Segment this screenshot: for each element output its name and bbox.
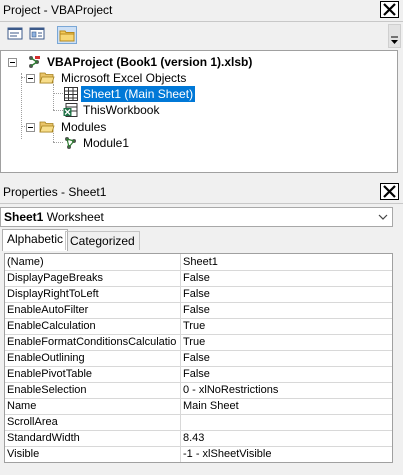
property-value[interactable] xyxy=(180,414,392,430)
chevron-down-icon xyxy=(378,214,388,220)
property-name: EnableCalculation xyxy=(7,320,96,332)
module-icon xyxy=(65,137,76,149)
property-name: Visible xyxy=(7,448,40,460)
property-value[interactable]: Main Sheet xyxy=(180,398,392,414)
tree-item-thisworkbook[interactable]: ThisWorkbook xyxy=(1,102,397,118)
tab-alphabetic[interactable]: Alphabetic xyxy=(2,229,69,251)
properties-close-button[interactable] xyxy=(380,183,399,200)
bottom-strip xyxy=(0,465,403,475)
properties-grid: (Name) Sheet1 DisplayPageBreaks False Displa… xyxy=(4,253,393,463)
properties-tabs: Alphabetic Categorized xyxy=(0,229,403,251)
property-name: EnableFormatConditionsCalculation xyxy=(7,336,177,348)
property-name: (Name) xyxy=(7,256,44,268)
tree-label-thisworkbook: ThisWorkbook xyxy=(83,103,160,117)
property-row[interactable]: Visible -1 - xlSheetVisible xyxy=(5,446,392,462)
overflow-icon xyxy=(391,36,398,44)
folder-open-icon xyxy=(39,72,55,84)
tree-label-module1: Module1 xyxy=(83,136,130,150)
tab-categorized[interactable]: Categorized xyxy=(65,231,140,250)
project-panel-title: Project - VBAProject xyxy=(3,3,113,17)
property-value[interactable]: False xyxy=(180,302,392,318)
property-name: Name xyxy=(7,400,37,412)
tree-label-modules: Modules xyxy=(61,120,107,134)
view-object-icon xyxy=(29,27,45,40)
vba-project-icon xyxy=(29,56,40,68)
view-code-icon xyxy=(7,27,23,40)
property-name: ScrollArea xyxy=(7,416,58,428)
object-type: Worksheet xyxy=(46,210,104,224)
property-value[interactable]: False xyxy=(180,366,392,382)
property-name: EnableOutlining xyxy=(7,352,85,364)
properties-panel-titlebar: Properties - Sheet1 xyxy=(0,182,403,204)
property-value[interactable]: True xyxy=(180,334,392,350)
tree-item-vbaproject[interactable]: VBAProject (Book1 (version 1).xlsb) xyxy=(1,54,397,70)
property-row[interactable]: StandardWidth 8.43 xyxy=(5,430,392,447)
project-toolbar xyxy=(0,22,403,50)
property-value[interactable]: Sheet1 xyxy=(180,254,392,270)
workbook-icon xyxy=(63,103,78,117)
toolbar-overflow-button[interactable] xyxy=(388,24,401,48)
toggle-folders-icon xyxy=(59,30,75,42)
property-row[interactable]: DisplayRightToLeft False xyxy=(5,286,392,303)
collapse-icon[interactable] xyxy=(26,74,35,83)
property-name: EnablePivotTable xyxy=(7,368,93,380)
property-row[interactable]: DisplayPageBreaks False xyxy=(5,270,392,287)
object-selector-dropdown[interactable]: Sheet1 Worksheet xyxy=(0,207,393,227)
property-value[interactable]: True xyxy=(180,318,392,334)
property-value[interactable]: -1 - xlSheetVisible xyxy=(180,446,392,462)
toggle-folders-button[interactable] xyxy=(57,26,77,44)
property-name: EnableSelection xyxy=(7,384,87,396)
property-row[interactable]: ScrollArea xyxy=(5,414,392,431)
tree-item-excel-objects[interactable]: Microsoft Excel Objects xyxy=(1,70,397,86)
tree-item-sheet1[interactable]: Sheet1 (Main Sheet) xyxy=(1,86,397,102)
property-name: StandardWidth xyxy=(7,432,80,444)
collapse-icon[interactable] xyxy=(8,58,17,67)
property-row[interactable]: Name Main Sheet xyxy=(5,398,392,415)
collapse-icon[interactable] xyxy=(26,123,35,132)
object-name: Sheet1 xyxy=(4,210,44,224)
project-panel-titlebar: Project - VBAProject xyxy=(0,0,403,22)
project-close-button[interactable] xyxy=(380,1,399,18)
property-name: DisplayRightToLeft xyxy=(7,288,99,300)
properties-panel-title: Properties - Sheet1 xyxy=(3,185,107,199)
view-code-button[interactable] xyxy=(6,26,26,44)
worksheet-icon xyxy=(64,87,78,101)
property-value[interactable]: 8.43 xyxy=(180,430,392,446)
property-name: DisplayPageBreaks xyxy=(7,272,103,284)
property-row[interactable]: (Name) Sheet1 xyxy=(5,254,392,271)
property-value[interactable]: False xyxy=(180,270,392,286)
property-name: EnableAutoFilter xyxy=(7,304,89,316)
tree-item-modules[interactable]: Modules xyxy=(1,119,397,135)
close-icon xyxy=(383,3,396,16)
view-object-button[interactable] xyxy=(28,26,48,44)
tree-label-sheet1: Sheet1 (Main Sheet) xyxy=(81,86,196,102)
property-row[interactable]: EnableCalculation True xyxy=(5,318,392,335)
tree-label-excel-objects: Microsoft Excel Objects xyxy=(61,71,187,85)
property-row[interactable]: EnableSelection 0 - xlNoRestrictions xyxy=(5,382,392,399)
project-tree[interactable]: VBAProject (Book1 (version 1).xlsb) Micr… xyxy=(0,50,398,173)
property-row[interactable]: EnablePivotTable False xyxy=(5,366,392,383)
tree-item-module1[interactable]: Module1 xyxy=(1,135,397,151)
property-value[interactable]: 0 - xlNoRestrictions xyxy=(180,382,392,398)
property-row[interactable]: EnableAutoFilter False xyxy=(5,302,392,319)
close-icon xyxy=(383,185,396,198)
folder-open-icon xyxy=(39,121,55,133)
property-value[interactable]: False xyxy=(180,350,392,366)
property-row[interactable]: EnableFormatConditionsCalculation True xyxy=(5,334,392,351)
object-selector-value: Sheet1 Worksheet xyxy=(4,210,104,224)
property-row[interactable]: EnableOutlining False xyxy=(5,350,392,367)
property-value[interactable]: False xyxy=(180,286,392,302)
tree-label-vbaproject: VBAProject (Book1 (version 1).xlsb) xyxy=(47,55,253,69)
